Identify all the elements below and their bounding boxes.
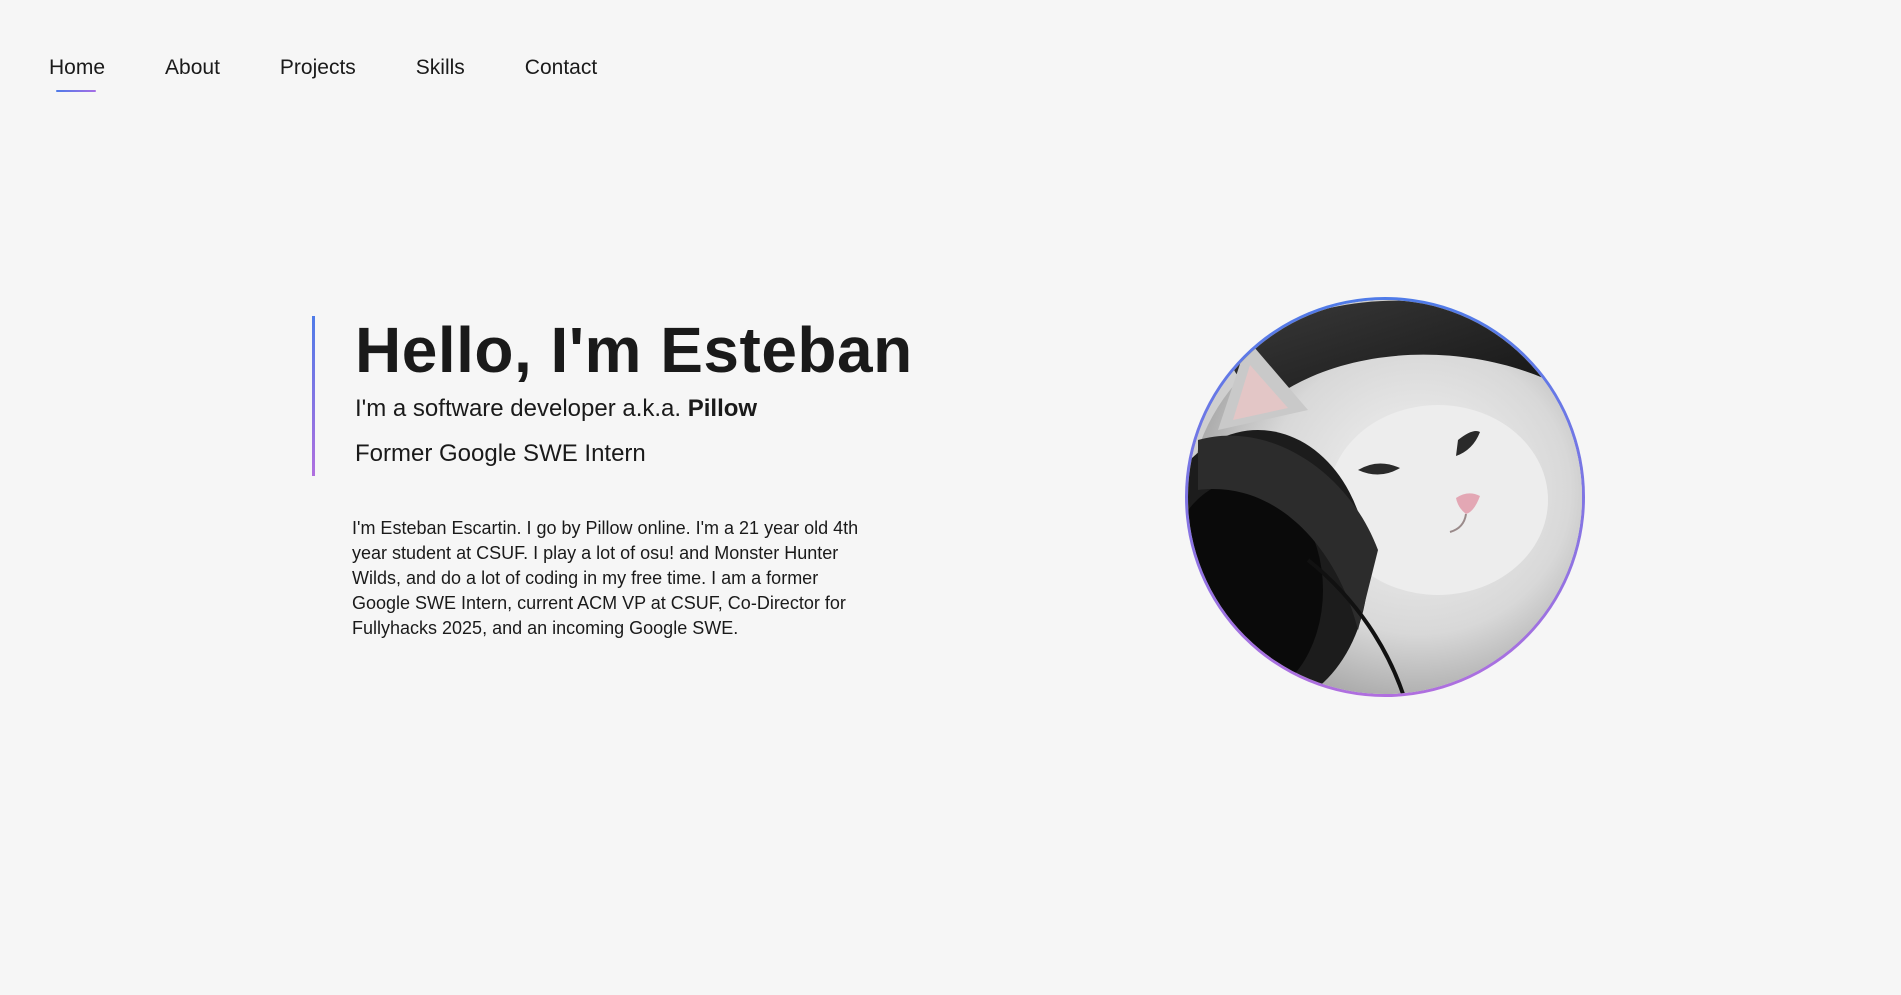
nav-home-link[interactable]: Home [49,55,105,92]
hero-title: Hello, I'm Esteban [355,314,913,386]
avatar-ring [1185,297,1585,697]
hero-tagline: I'm a software developer a.k.a. Pillow [355,395,913,423]
hero-accent-bar [312,316,315,476]
nav-about-link[interactable]: About [165,55,220,81]
hero-subtitle: Former Google SWE Intern [355,440,646,467]
nav-skills-link[interactable]: Skills [416,55,465,81]
hero-tagline-prefix: I'm a software developer a.k.a. [355,395,688,422]
main-nav: Home About Projects Skills Contact [49,55,657,92]
hero-tagline-name: Pillow [687,395,758,422]
cat-with-headphones-avatar [1188,300,1582,694]
bio-paragraph: I'm Esteban Escartin. I go by Pillow onl… [352,518,859,638]
nav-projects-link[interactable]: Projects [280,55,356,81]
avatar-illustration [1188,300,1582,694]
nav-contact-link[interactable]: Contact [525,55,597,81]
hero-text: Hello, I'm Esteban I'm a software develo… [355,316,913,468]
